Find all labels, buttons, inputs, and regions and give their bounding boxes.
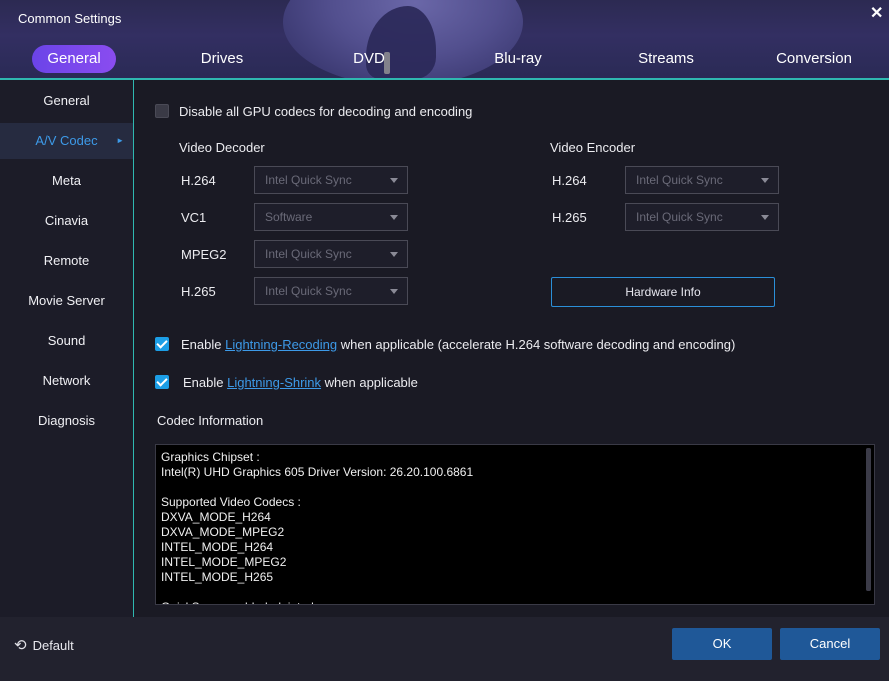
select-value: Intel Quick Sync (636, 173, 723, 187)
sidebar-item-meta[interactable]: Meta (0, 163, 133, 199)
decoder-vc1-label: VC1 (181, 210, 207, 225)
default-button[interactable]: ⟲ Default (14, 636, 74, 654)
window-title: Common Settings (18, 11, 122, 26)
chevron-down-icon (390, 289, 398, 294)
chevron-down-icon (390, 178, 398, 183)
chevron-down-icon (761, 178, 769, 183)
sidebar-item-diagnosis[interactable]: Diagnosis (0, 403, 133, 439)
sidebar-item-network[interactable]: Network (0, 363, 133, 399)
encoder-h264-select[interactable]: Intel Quick Sync (625, 166, 779, 194)
codec-info-heading: Codec Information (157, 413, 264, 428)
sidebar-item-general[interactable]: General (0, 83, 133, 119)
default-label: Default (32, 638, 74, 653)
chevron-down-icon (761, 215, 769, 220)
tab-conversion[interactable]: Conversion (766, 45, 862, 73)
tab-blu-ray[interactable]: Blu-ray (478, 45, 558, 73)
sidebar-item-movie-server[interactable]: Movie Server (0, 283, 133, 319)
arrow-right-icon: ► (116, 136, 124, 145)
codec-info-scrollbar[interactable] (866, 448, 871, 591)
codec-info-text: Graphics Chipset : Intel(R) UHD Graphics… (161, 450, 474, 604)
select-value: Intel Quick Sync (265, 247, 352, 261)
cancel-button[interactable]: Cancel (780, 628, 880, 660)
encoder-h265-label: H.265 (552, 210, 587, 225)
codec-info-textbox[interactable]: Graphics Chipset : Intel(R) UHD Graphics… (155, 444, 875, 605)
tab-dvd[interactable]: DVD (334, 45, 404, 73)
lightning-recoding-label: Enable Lightning-Recoding when applicabl… (181, 337, 735, 352)
lightning-recoding-prefix: Enable (181, 337, 226, 352)
select-value: Intel Quick Sync (636, 210, 723, 224)
decoder-h264-select[interactable]: Intel Quick Sync (254, 166, 408, 194)
tab-drives[interactable]: Drives (182, 45, 262, 73)
lightning-shrink-label: Enable Lightning-Shrink when applicable (183, 375, 418, 390)
decoder-mpeg2-select[interactable]: Intel Quick Sync (254, 240, 408, 268)
decoder-h265-select[interactable]: Intel Quick Sync (254, 277, 408, 305)
tab-general[interactable]: General (32, 45, 116, 73)
video-decoder-heading: Video Decoder (179, 140, 265, 155)
decoder-h265-label: H.265 (181, 284, 216, 299)
chevron-down-icon (390, 252, 398, 257)
sidebar-item-remote[interactable]: Remote (0, 243, 133, 279)
sidebar: General A/V Codec ► Meta Cinavia Remote … (0, 80, 134, 617)
lightning-recoding-checkbox[interactable] (155, 337, 169, 351)
av-codec-panel: Disable all GPU codecs for decoding and … (135, 80, 889, 617)
scrollbar-thumb[interactable] (866, 448, 871, 591)
decoder-mpeg2-label: MPEG2 (181, 247, 227, 262)
select-value: Intel Quick Sync (265, 284, 352, 298)
sidebar-item-cinavia[interactable]: Cinavia (0, 203, 133, 239)
reset-icon: ⟲ (14, 637, 27, 654)
lightning-shrink-suffix: when applicable (321, 375, 418, 390)
decoder-h264-label: H.264 (181, 173, 216, 188)
hardware-info-button[interactable]: Hardware Info (551, 277, 775, 307)
disable-gpu-checkbox[interactable] (155, 104, 169, 118)
video-encoder-heading: Video Encoder (550, 140, 636, 155)
tab-streams[interactable]: Streams (626, 45, 706, 73)
select-value: Intel Quick Sync (265, 173, 352, 187)
decoder-vc1-select[interactable]: Software (254, 203, 408, 231)
lightning-recoding-link[interactable]: Lightning-Recoding (225, 337, 337, 352)
select-value: Software (265, 210, 313, 224)
sidebar-item-label: A/V Codec (35, 133, 98, 148)
ok-button[interactable]: OK (672, 628, 772, 660)
title-bar: Common Settings ✕ General Drives DVD Blu… (0, 0, 889, 79)
close-icon[interactable]: ✕ (870, 3, 883, 23)
disable-gpu-label: Disable all GPU codecs for decoding and … (179, 104, 473, 119)
encoder-h265-select[interactable]: Intel Quick Sync (625, 203, 779, 231)
encoder-h264-label: H.264 (552, 173, 587, 188)
chevron-down-icon (390, 215, 398, 220)
dialog-footer: ⟲ Default OK Cancel (0, 617, 889, 681)
lightning-recoding-suffix: when applicable (accelerate H.264 softwa… (337, 337, 736, 352)
lightning-shrink-checkbox[interactable] (155, 375, 169, 389)
lightning-shrink-link[interactable]: Lightning-Shrink (227, 375, 321, 390)
sidebar-item-av-codec[interactable]: A/V Codec ► (0, 123, 133, 159)
sidebar-item-sound[interactable]: Sound (0, 323, 133, 359)
lightning-shrink-prefix: Enable (183, 375, 228, 390)
